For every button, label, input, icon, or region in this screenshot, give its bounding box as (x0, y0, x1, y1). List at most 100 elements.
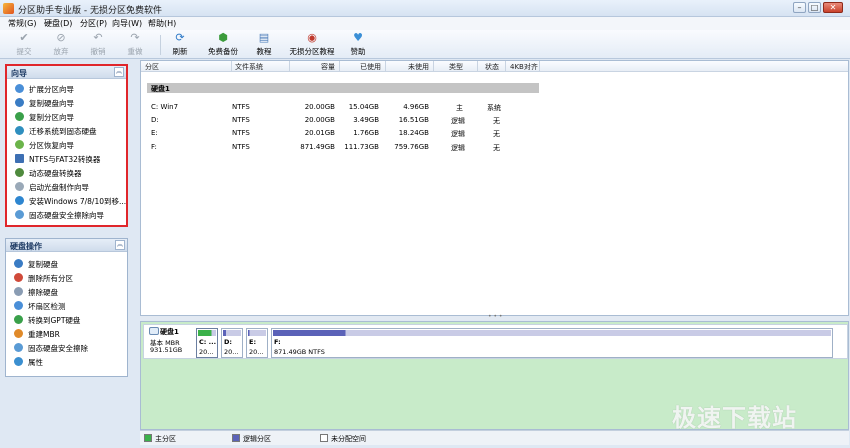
wizard-panel-header: 向导 ︽ (7, 66, 126, 79)
mbr-icon (14, 329, 23, 338)
disk-op-properties[interactable]: 属性 (14, 356, 43, 369)
wizard-dynamic-disk[interactable]: 动态硬盘转换器 (15, 167, 82, 180)
disk-op-ssd-erase[interactable]: 固态硬盘安全擦除 (14, 342, 88, 355)
commit-button[interactable]: ✔ 提交 (12, 32, 36, 57)
disk-group-label: 硬盘1 (151, 85, 170, 93)
table-row[interactable]: E: NTFS 20.01GB 1.76GB 18.24GB 逻辑 无 (141, 127, 848, 139)
pane-splitter[interactable]: • • • (140, 313, 849, 320)
disk-op-convert-gpt[interactable]: 转换到GPT硬盘 (14, 314, 80, 327)
wizard-copy-disk[interactable]: 复制硬盘向导 (15, 97, 74, 110)
disk-op-copy[interactable]: 复制硬盘 (14, 258, 58, 271)
wizard-panel-title: 向导 (11, 69, 27, 78)
cell-fs: NTFS (232, 129, 250, 137)
menu-partition[interactable]: 分区(P) (80, 18, 107, 29)
disk-op-bad-sector[interactable]: 坏扇区检测 (14, 300, 66, 313)
cell-type: 逻辑 (451, 130, 465, 138)
windows-icon (15, 196, 24, 205)
lossless-partition-icon: ◉ (307, 31, 317, 44)
wizard-migrate-os[interactable]: 迁移系统到固态硬盘 (15, 125, 97, 138)
disk-group-row[interactable]: 硬盘1 (147, 83, 539, 93)
wizard-ssd-erase[interactable]: 固态硬盘安全擦除向导 (15, 209, 104, 222)
donate-button[interactable]: ♥ 赞助 (346, 32, 370, 57)
col-4k-align[interactable]: 4KB对齐 (510, 62, 538, 72)
col-free[interactable]: 未使用 (387, 62, 429, 72)
col-filesystem[interactable]: 文件系统 (235, 62, 263, 72)
watermark: 极速下载站 (672, 404, 797, 432)
cell-status: 无 (493, 144, 500, 152)
wizard-boot-cd[interactable]: 启动光盘制作向导 (15, 181, 89, 194)
wizard-extend-partition[interactable]: 扩展分区向导 (15, 83, 74, 96)
cell-free: 759.76GB (394, 143, 429, 151)
refresh-button[interactable]: ⟳ 刷新 (168, 32, 192, 57)
collapse-icon[interactable]: ︽ (115, 240, 125, 250)
partition-label: C: ... (199, 338, 217, 346)
cell-fs: NTFS (232, 103, 250, 111)
partition-size: 20... (249, 348, 264, 356)
convert-icon (15, 154, 24, 163)
disk-operations-panel: 硬盘操作 ︽ 复制硬盘 删除所有分区 擦除硬盘 坏扇区检测 转换到GPT硬盘 重… (5, 238, 128, 377)
cell-status: 无 (493, 130, 500, 138)
minimize-button[interactable]: – (793, 2, 806, 13)
partition-size: 20... (199, 348, 214, 356)
refresh-icon: ⟳ (175, 31, 185, 44)
menu-help[interactable]: 帮助(H) (148, 18, 176, 29)
delete-icon (14, 273, 23, 282)
table-row[interactable]: D: NTFS 20.00GB 3.49GB 16.51GB 逻辑 无 (141, 114, 848, 126)
collapse-icon[interactable]: ︽ (114, 67, 124, 77)
disk-info[interactable]: 硬盘1 基本 MBR 931.51GB (146, 326, 192, 357)
wizard-copy-partition[interactable]: 复制分区向导 (15, 111, 74, 124)
partition-size: 871.49GB NTFS (274, 348, 325, 356)
lossless-tutorial-button[interactable]: ◉ 无损分区教程 (287, 32, 337, 57)
window-title: 分区助手专业版 - 无损分区免费软件 (18, 6, 162, 16)
cell-used: 15.04GB (348, 103, 379, 111)
col-separator (289, 61, 290, 72)
partition-block-d[interactable]: D: 20... (221, 328, 243, 358)
undo-button[interactable]: ↶ 撤销 (86, 32, 110, 57)
ssd-erase-icon (15, 210, 24, 219)
disk-op-wipe[interactable]: 擦除硬盘 (14, 286, 58, 299)
maximize-button[interactable]: □ (808, 2, 821, 13)
disk-map-row[interactable]: 硬盘1 基本 MBR 931.51GB C: ... 20... D: 20..… (143, 324, 848, 359)
cell-fs: NTFS (232, 143, 250, 151)
undo-icon: ↶ (93, 31, 103, 44)
col-separator (339, 61, 340, 72)
discard-button[interactable]: ⊘ 放弃 (49, 32, 73, 57)
col-partition[interactable]: 分区 (145, 62, 159, 72)
cd-icon (15, 182, 24, 191)
wizard-ntfs-fat32[interactable]: NTFS与FAT32转换器 (15, 153, 100, 166)
menu-general[interactable]: 常规(G) (8, 18, 36, 29)
col-status[interactable]: 状态 (485, 62, 499, 72)
menu-disk[interactable]: 硬盘(D) (44, 18, 72, 29)
backup-icon: ⬢ (218, 31, 228, 44)
cell-name: E: (151, 129, 158, 137)
col-capacity[interactable]: 容量 (291, 62, 335, 72)
col-type[interactable]: 类型 (449, 62, 463, 72)
wipe-icon (14, 287, 23, 296)
partition-block-f[interactable]: F: 871.49GB NTFS (271, 328, 833, 358)
usage-bar (198, 330, 216, 336)
col-separator (231, 61, 232, 72)
wizard-partition-recovery[interactable]: 分区恢复向导 (15, 139, 74, 152)
wizard-install-windows[interactable]: 安装Windows 7/8/10到移... (15, 195, 126, 208)
partition-block-c[interactable]: C: ... 20... (196, 328, 218, 358)
ssd-erase-icon (14, 343, 23, 352)
close-button[interactable]: ✕ (823, 2, 843, 13)
disk-op-rebuild-mbr[interactable]: 重建MBR (14, 328, 60, 341)
table-row[interactable]: C: Win7 NTFS 20.00GB 15.04GB 4.96GB 主 系统 (141, 101, 848, 113)
disk-op-delete-all[interactable]: 删除所有分区 (14, 272, 73, 285)
col-used[interactable]: 已使用 (341, 62, 381, 72)
redo-button[interactable]: ↷ 重做 (123, 32, 147, 57)
free-backup-button[interactable]: ⬢ 免费备份 (205, 32, 241, 57)
copy-partition-icon (15, 112, 24, 121)
legend-bar: 主分区 逻辑分区 未分配空间 (140, 430, 849, 445)
cell-type: 逻辑 (451, 117, 465, 125)
tutorial-button[interactable]: ▤ 教程 (252, 32, 276, 57)
partition-size: 20... (224, 348, 239, 356)
table-row[interactable]: F: NTFS 871.49GB 111.73GB 759.76GB 逻辑 无 (141, 141, 848, 153)
col-separator (539, 61, 540, 72)
partition-label: F: (274, 338, 281, 346)
partition-block-e[interactable]: E: 20... (246, 328, 268, 358)
check-icon: ✔ (19, 31, 29, 44)
legend-logical: 逻辑分区 (232, 434, 271, 444)
menu-wizard[interactable]: 向导(W) (112, 18, 142, 29)
